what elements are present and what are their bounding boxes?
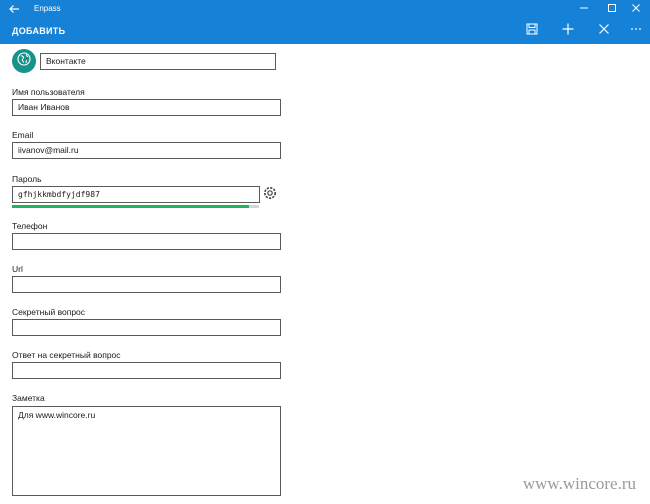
minimize-icon <box>579 0 589 18</box>
note-textarea[interactable]: Для www.wincore.ru <box>12 406 281 496</box>
username-input[interactable]: Иван Иванов <box>12 99 281 116</box>
phone-label: Телефон <box>12 221 48 231</box>
watermark-text: www.wincore.ru <box>522 474 636 493</box>
item-title-input[interactable]: Вконтакте <box>40 53 276 70</box>
password-strength-fill <box>12 205 250 208</box>
save-icon <box>526 22 538 40</box>
password-input[interactable]: gfhjkkmbdfyjdf987 <box>12 186 260 203</box>
email-input[interactable]: iivanov@mail.ru <box>12 142 281 159</box>
close-icon <box>631 0 641 18</box>
cancel-button[interactable] <box>594 22 614 40</box>
phone-input[interactable] <box>12 233 281 250</box>
item-icon-button[interactable] <box>12 49 36 73</box>
password-generator-button[interactable] <box>263 186 277 200</box>
secret-question-input[interactable] <box>12 319 281 336</box>
save-button[interactable] <box>522 22 542 40</box>
add-field-button[interactable] <box>558 22 578 40</box>
username-label: Имя пользователя <box>12 87 85 97</box>
maximize-icon <box>607 0 617 18</box>
more-icon <box>630 22 642 40</box>
more-button[interactable] <box>626 22 646 40</box>
title-bar: Enpass <box>0 0 650 18</box>
password-label: Пароль <box>12 174 42 184</box>
note-label: Заметка <box>12 393 45 403</box>
close-window-button[interactable] <box>622 0 650 18</box>
globe-icon <box>17 51 31 71</box>
password-strength-meter <box>12 205 259 208</box>
add-icon <box>562 22 574 40</box>
secret-answer-label: Ответ на секретный вопрос <box>12 350 121 360</box>
email-label: Email <box>12 130 34 140</box>
url-label: Url <box>12 264 23 274</box>
cancel-icon <box>598 22 610 40</box>
page-title: ДОБАВИТЬ <box>12 26 66 36</box>
url-input[interactable] <box>12 276 281 293</box>
app-bar: ДОБАВИТЬ <box>0 18 650 44</box>
minimize-button[interactable] <box>570 0 598 18</box>
gear-icon <box>263 187 277 204</box>
secret-answer-input[interactable] <box>12 362 281 379</box>
secret-question-label: Секретный вопрос <box>12 307 86 317</box>
window-title: Enpass <box>34 4 61 13</box>
back-arrow-icon[interactable] <box>7 2 21 16</box>
